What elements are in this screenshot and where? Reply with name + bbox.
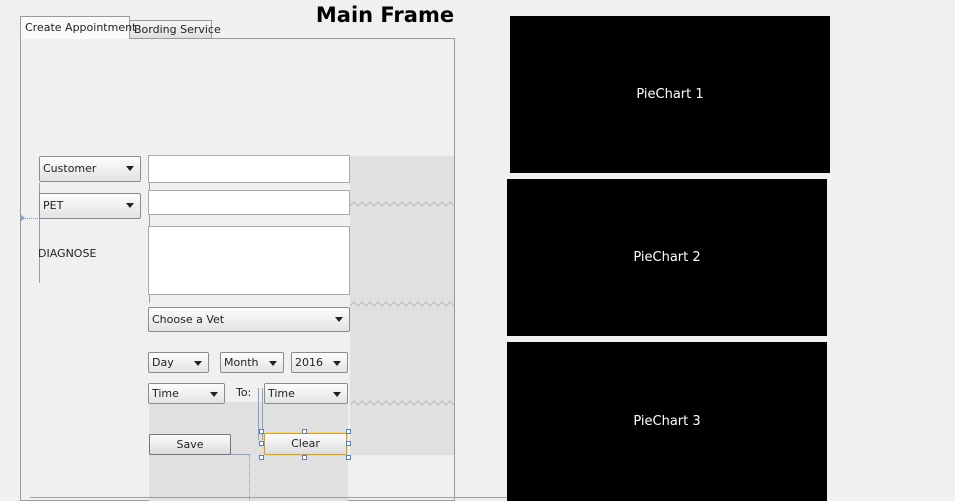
time-to-combo-value: Time [268, 387, 295, 400]
customer-combo-value: Customer [43, 162, 97, 175]
customer-field[interactable] [148, 155, 350, 183]
to-label: To: [236, 386, 252, 399]
customer-combo[interactable]: Customer [39, 156, 141, 182]
pie-chart-panel-2: PieChart 2 [507, 179, 827, 336]
pie-chart-label: PieChart 1 [636, 87, 704, 102]
pie-chart-label: PieChart 3 [633, 414, 701, 429]
day-combo[interactable]: Day [148, 352, 209, 373]
tab-create-appointment[interactable]: Create Appointment [20, 16, 136, 39]
selection-handle[interactable] [346, 441, 351, 446]
time-to-combo[interactable]: Time [264, 383, 348, 404]
vet-combo[interactable]: Choose a Vet [148, 307, 350, 332]
selection-handle[interactable] [302, 429, 307, 434]
selection-handle[interactable] [259, 429, 264, 434]
layout-guide-zigzag [350, 201, 454, 406]
pie-chart-label: PieChart 2 [633, 250, 701, 265]
diagnose-textarea[interactable] [148, 226, 350, 295]
page-title: Main Frame [315, 3, 455, 27]
chevron-down-icon [126, 203, 134, 208]
chevron-down-icon [333, 361, 341, 366]
chevron-down-icon [333, 392, 341, 397]
pie-chart-panel-1: PieChart 1 [510, 16, 830, 173]
tab-bording-service[interactable]: Bording Service [129, 20, 221, 39]
tab-label: Bording Service [134, 23, 221, 36]
month-combo-value: Month [224, 356, 259, 369]
pet-field[interactable] [148, 190, 350, 215]
divider [30, 497, 552, 498]
chevron-down-icon [126, 166, 134, 171]
save-button[interactable]: Save [149, 434, 231, 455]
pet-combo[interactable]: PET [39, 193, 141, 219]
chevron-down-icon [210, 392, 218, 397]
year-combo[interactable]: 2016 [291, 352, 348, 373]
anchor-marker-icon [20, 214, 25, 222]
vet-combo-value: Choose a Vet [152, 313, 225, 326]
layout-guide-line [249, 455, 250, 501]
chevron-down-icon [194, 361, 202, 366]
day-combo-value: Day [152, 356, 174, 369]
selection-handle[interactable] [259, 441, 264, 446]
tab-label: Create Appointment [25, 21, 137, 34]
time-from-combo[interactable]: Time [148, 383, 225, 404]
selection-handle[interactable] [346, 455, 351, 460]
year-combo-value: 2016 [295, 356, 323, 369]
time-from-combo-value: Time [152, 387, 179, 400]
selection-handle[interactable] [346, 429, 351, 434]
month-combo[interactable]: Month [220, 352, 284, 373]
clear-button[interactable]: Clear [264, 433, 347, 455]
layout-guide-region [350, 156, 454, 455]
chevron-down-icon [335, 317, 343, 322]
pet-combo-value: PET [43, 199, 64, 212]
selection-handle[interactable] [302, 455, 307, 460]
diagnose-label: DIAGNOSE [38, 247, 97, 260]
pie-chart-panel-3: PieChart 3 [507, 342, 827, 501]
chevron-down-icon [269, 361, 277, 366]
selection-handle[interactable] [259, 455, 264, 460]
